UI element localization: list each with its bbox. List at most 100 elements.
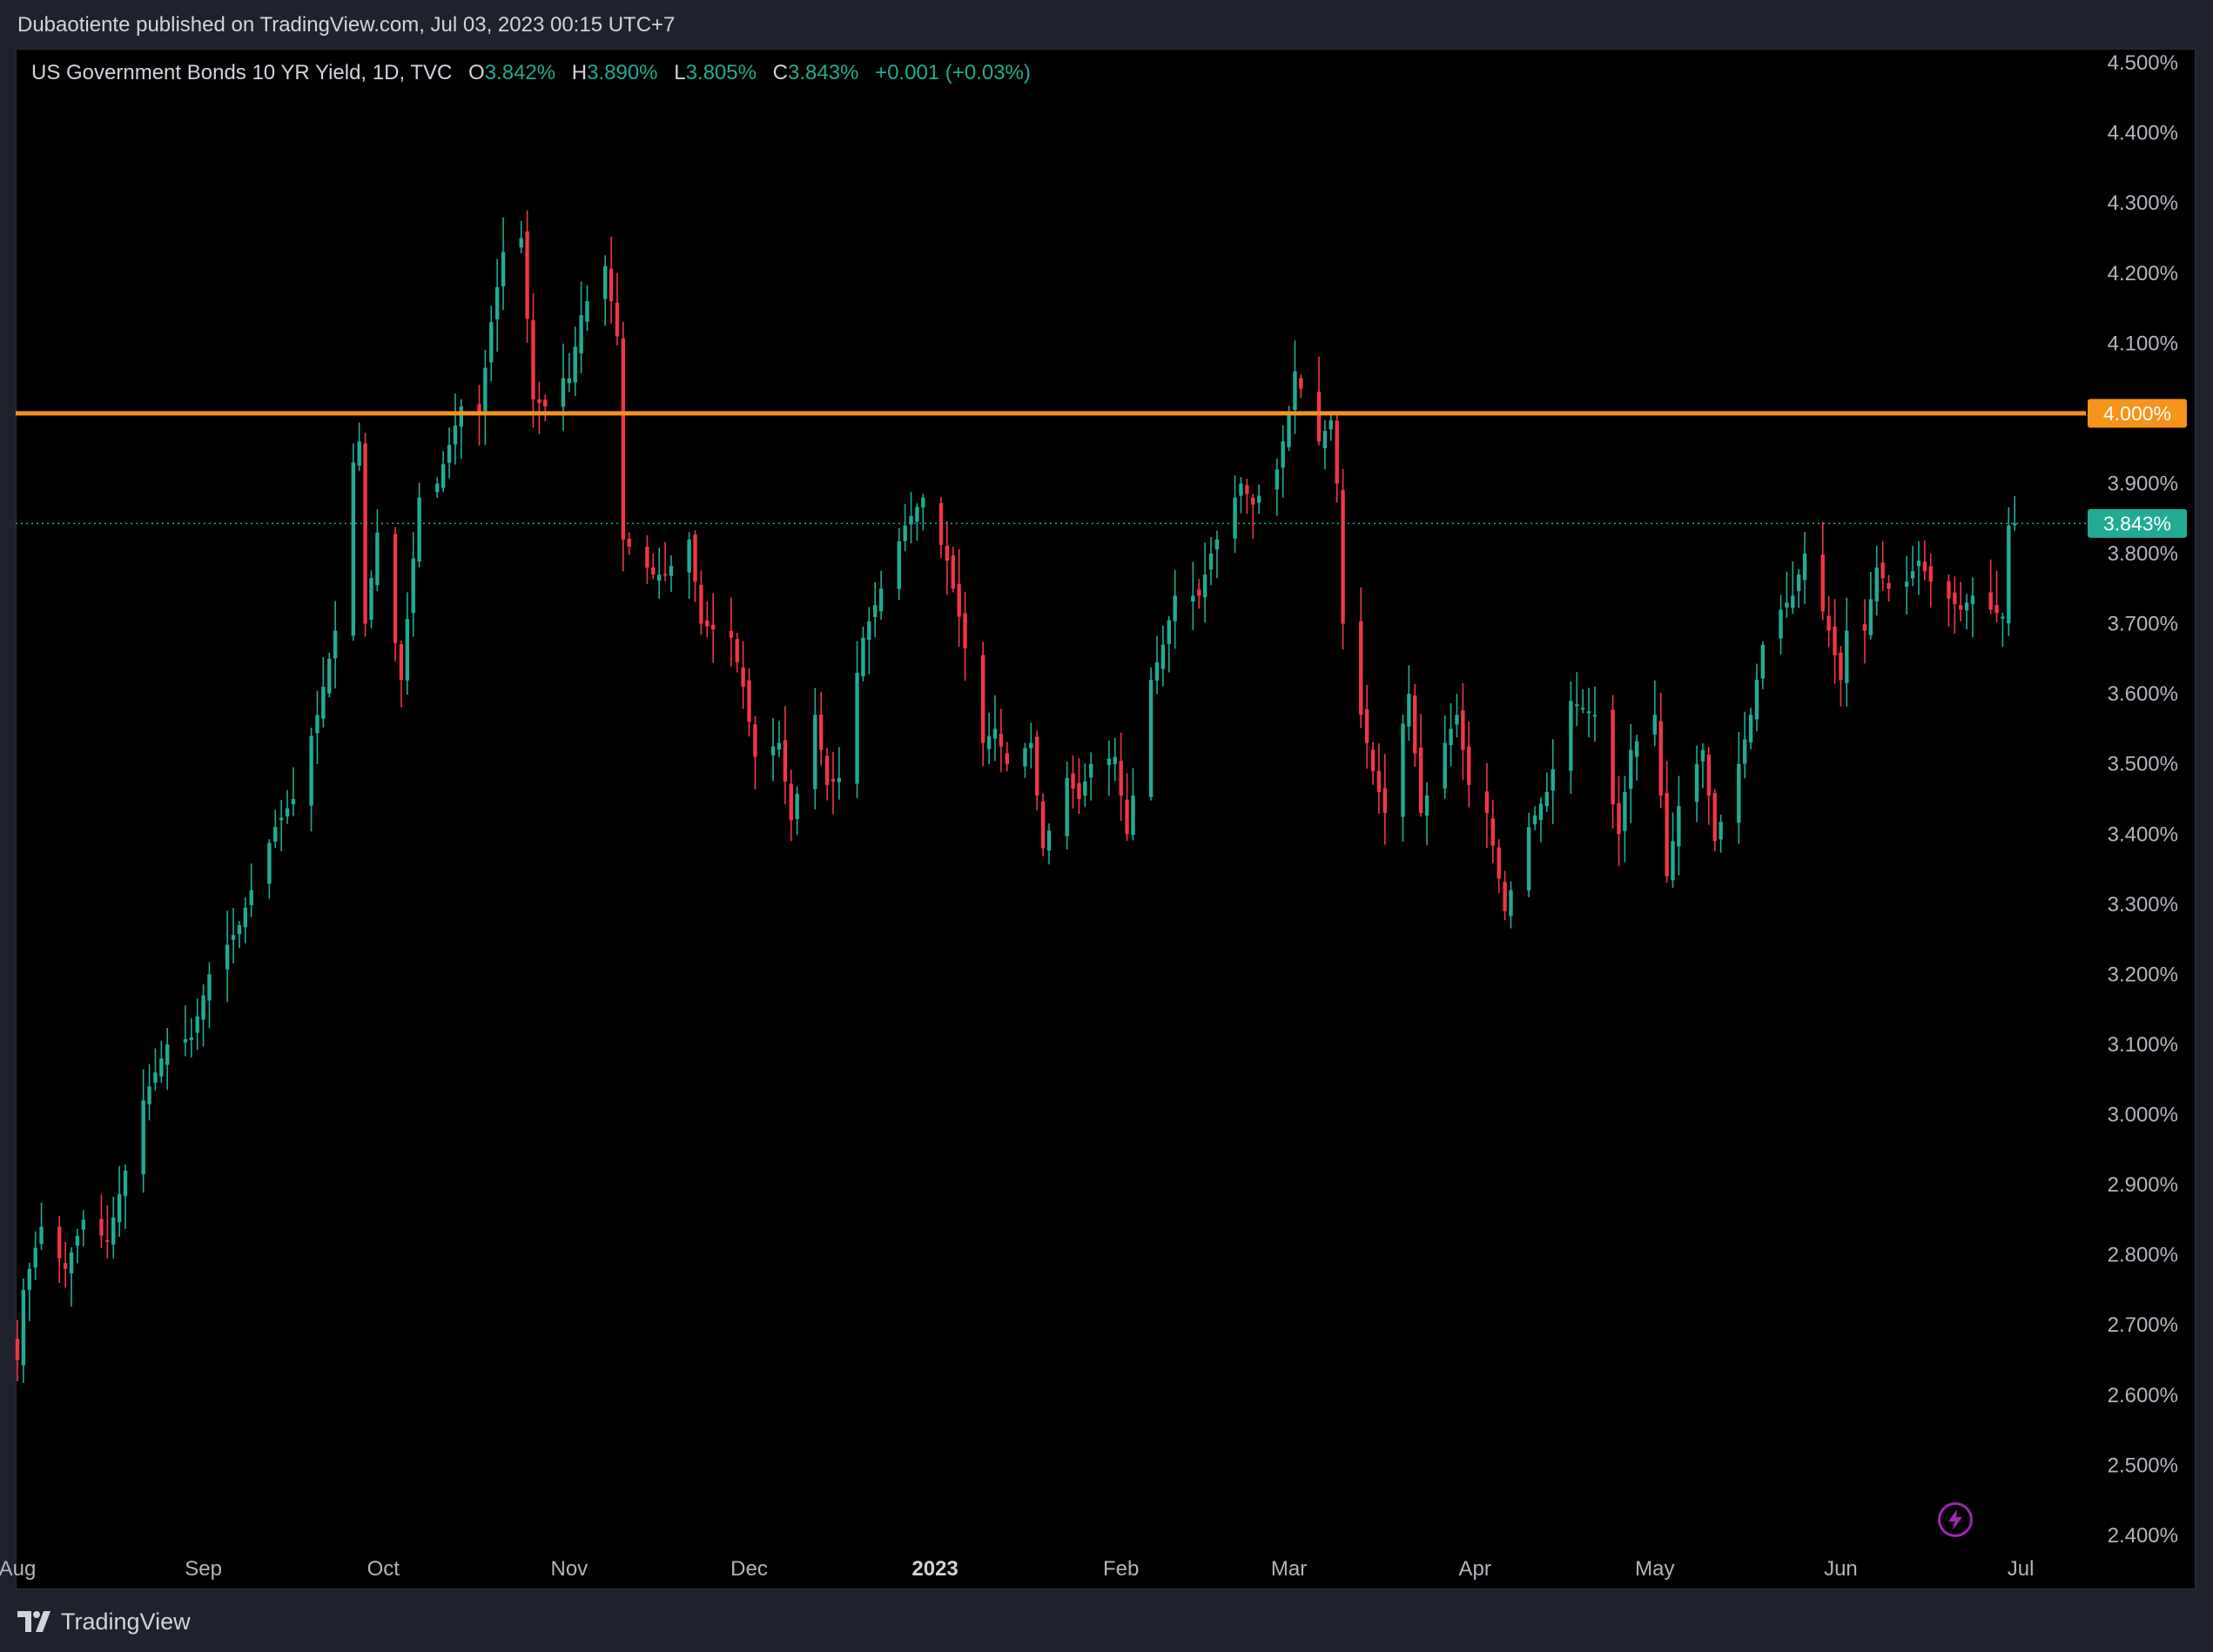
open-label: O [468,61,485,84]
x-axis-labels: Aug Sep Oct Nov Dec 2023 Feb Mar Apr May Jun Jul [0,1557,2034,1581]
level-price-label: 4.000% [2103,402,2171,425]
candle [1988,559,1993,614]
candlestick-chart[interactable]: 4.500% 4.400% 4.300% 4.200% 4.100% 4.000% 3.90… [0,0,2213,1652]
candle [1550,739,1555,824]
candle [285,789,290,824]
candle [669,555,674,592]
candle [453,393,458,465]
candle [1040,793,1046,856]
candle [117,1165,122,1238]
high-label: H [571,61,588,84]
y-tick-label: 4.400% [2108,122,2178,145]
candle [1275,458,1279,516]
candle [1569,682,1573,795]
candle [878,570,884,621]
y-tick-label: 2.900% [2108,1173,2178,1197]
candle [1125,773,1129,842]
candle [1586,688,1591,738]
candle [986,712,992,765]
y-tick-label: 3.700% [2108,613,2178,636]
candle [1905,555,1909,615]
y-tick-label: 3.000% [2108,1104,2178,1127]
candle [159,1040,164,1083]
candle [1160,625,1166,687]
candle [1490,800,1496,863]
candle [1623,776,1627,863]
candle [1868,572,1873,640]
tradingview-logo-icon [17,1611,50,1632]
candle [1634,735,1639,781]
y-tick-label: 2.500% [2108,1454,2178,1477]
candle [945,520,950,594]
candle [201,984,205,1047]
candle [321,656,326,728]
candle [1791,561,1795,614]
symbol-name: US Government Bonds 10 YR Yield, 1D, TVC [31,61,453,84]
candle [1328,413,1334,441]
candle [831,751,836,815]
brand[interactable]: TradingView [17,1608,191,1635]
candle [1413,683,1417,767]
candle [1322,420,1328,470]
candle [735,632,739,673]
candle [783,706,788,804]
candle [1532,806,1537,830]
candle [609,236,614,324]
candle [1845,597,1849,707]
y-tick-label: 4.500% [2108,51,2178,75]
x-tick-label: Oct [367,1557,400,1581]
y-tick-label: 3.400% [2108,823,2178,846]
candle [237,921,242,949]
candle [111,1196,116,1259]
candle [315,690,320,764]
x-tick-label: May [1635,1557,1674,1581]
candle [441,451,446,493]
y-tick-label: 2.700% [2108,1313,2178,1337]
candle [915,503,919,541]
candle [992,695,998,762]
x-tick-label: Jun [1824,1557,1858,1581]
candle [903,504,907,552]
candle [873,581,878,638]
candle [1964,594,1969,630]
candle [1887,574,1891,602]
candle [1382,754,1388,845]
candle [393,527,398,662]
candle [627,532,631,555]
candle [1700,743,1705,789]
candle [897,527,901,601]
candle [1370,742,1376,785]
candle [579,281,583,373]
candle [1785,571,1789,618]
candle [1509,881,1513,929]
candle [573,326,577,396]
x-tick-label: Sep [185,1557,222,1581]
candle [1023,742,1027,778]
candle [1629,723,1633,823]
candle [656,547,662,599]
symbol-legend[interactable]: US Government Bonds 10 YR Yield, 1D, TVC… [31,61,1031,85]
y-tick-label: 4.100% [2108,332,2178,355]
candle [327,652,332,698]
candle [141,1069,145,1193]
candle [501,217,506,311]
candle [123,1165,128,1229]
y-tick-label: 3.500% [2108,753,2178,776]
candle [231,908,236,964]
candle [1461,683,1465,780]
lightning-bolt-icon[interactable] [1938,1502,1973,1537]
candle [435,477,440,498]
candle [195,998,199,1051]
y-tick-label: 3.200% [2108,963,2178,986]
candle [99,1194,104,1248]
candle [357,422,361,472]
candle [1281,425,1285,498]
candle [1065,761,1069,850]
candle [243,897,247,944]
candle [795,786,799,836]
candle [1106,740,1112,796]
y-tick-label: 3.600% [2108,682,2178,706]
y-axis-ticks: 4.500%4.400%4.300%4.200%4.100%4.000%3.90… [2108,51,2178,1548]
candle [525,210,529,343]
candle [309,727,313,832]
